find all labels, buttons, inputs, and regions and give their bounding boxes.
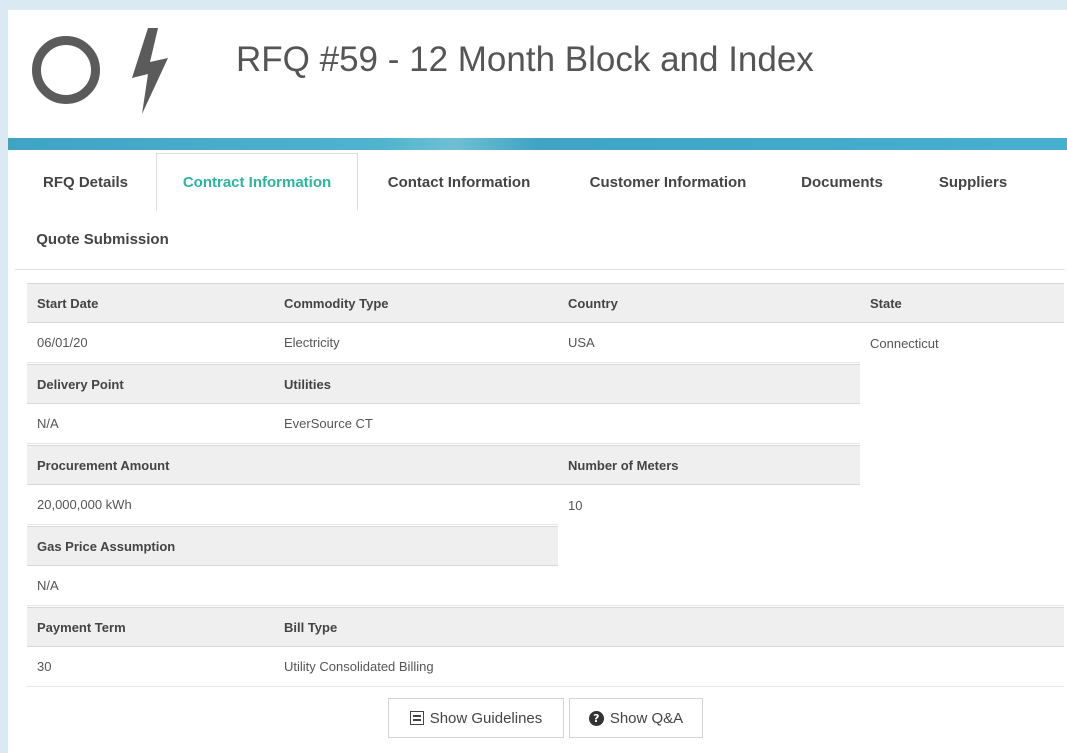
payment-term-value: 30 (27, 647, 274, 687)
delivery-point-label: Delivery Point (37, 376, 124, 392)
ring-icon (32, 36, 100, 104)
tab-customer-information[interactable]: Customer Information (560, 153, 776, 211)
state-value: Connecticut (870, 335, 939, 351)
show-qa-button[interactable]: ? Show Q&A (569, 698, 703, 738)
bill-type-label: Bill Type (284, 619, 338, 635)
utilities-label: Utilities (284, 376, 331, 392)
commodity-type-value: Electricity (274, 323, 558, 363)
tab-contract-information[interactable]: Contract Information (156, 153, 358, 211)
tab-rfq-details[interactable]: RFQ Details (15, 153, 156, 211)
delivery-point-value: N/A (27, 404, 274, 444)
tab-documents[interactable]: Documents (776, 153, 908, 211)
procurement-amount-label: Procurement Amount (37, 457, 170, 473)
start-date-value: 06/01/20 (27, 323, 274, 363)
country-label: Country (568, 295, 618, 311)
country-value: USA (558, 323, 860, 363)
list-icon (409, 711, 424, 725)
procurement-amount-value: 20,000,000 kWh (27, 485, 558, 525)
page-header: RFQ #59 - 12 Month Block and Index (8, 10, 1067, 138)
show-guidelines-label: Show Guidelines (429, 709, 543, 727)
state-label: State (870, 295, 902, 311)
number-of-meters-value: 10 (568, 497, 583, 513)
header-banner (8, 138, 1067, 150)
tab-suppliers[interactable]: Suppliers (908, 153, 1038, 211)
page-title: RFQ #59 - 12 Month Block and Index (236, 40, 814, 79)
tab-contact-information[interactable]: Contact Information (358, 153, 560, 211)
number-of-meters-label: Number of Meters (568, 457, 679, 473)
utilities-value: EverSource CT (274, 404, 860, 444)
commodity-type-label: Commodity Type (284, 295, 389, 311)
gas-price-assumption-value: N/A (27, 566, 1064, 606)
tab-bar: RFQ Details Contract Information Contact… (15, 150, 1065, 270)
show-guidelines-button[interactable]: Show Guidelines (388, 698, 564, 738)
bill-type-value: Utility Consolidated Billing (274, 647, 1064, 687)
show-qa-label: Show Q&A (609, 709, 684, 727)
tab-quote-submission[interactable]: Quote Submission (15, 211, 190, 267)
start-date-label: Start Date (37, 295, 99, 311)
question-circle-icon: ? (588, 710, 604, 726)
payment-term-label: Payment Term (37, 619, 126, 635)
gas-price-assumption-label: Gas Price Assumption (27, 526, 558, 566)
main-panel: RFQ #59 - 12 Month Block and Index RFQ D… (8, 10, 1067, 753)
bolt-icon (132, 28, 168, 114)
